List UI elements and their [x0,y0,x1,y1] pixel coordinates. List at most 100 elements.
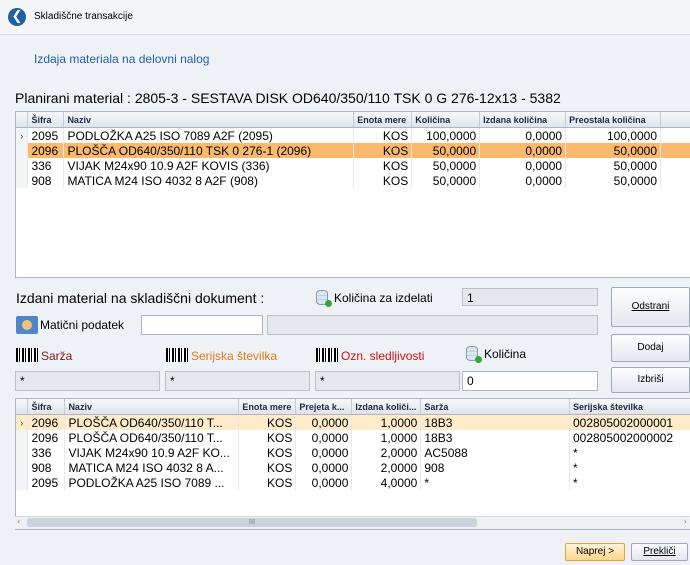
cell-qty: 50,0000 [411,143,481,158]
table-row-selected[interactable]: 2096 PLOŠČA OD640/350/110 TSK 0 276-1 (2… [16,143,690,158]
col-header-code[interactable]: Šifra [27,399,66,415]
cell-name: MATICA M24 ISO 4032 8 A2F (908) [63,173,355,188]
cell-unit: KOS [353,127,413,143]
cell-name: VIJAK M24x90 10.9 A2F KOVIS (336) [63,158,355,173]
cell-received: 0,0000 [295,460,353,475]
col-header-batch[interactable]: Sarža [420,399,570,415]
cell-name: PLOŠČA OD640/350/110 TSK 0 276-1 (2096) [63,143,355,158]
batch-field[interactable]: * [15,371,160,391]
remove-button[interactable]: Odstrani [611,287,690,327]
cell-issued: 0,0000 [479,143,567,158]
cell-unit: KOS [353,143,413,158]
col-header-issued[interactable]: Izdana količina [479,112,567,128]
cell-filler [660,127,690,143]
cell-code: 2096 [27,143,65,158]
cell-code: 2095 [27,475,66,490]
cell-remaining: 50,0000 [565,158,662,173]
row-indicator [16,445,29,460]
cell-unit: KOS [238,460,297,475]
cell-qty: 50,0000 [411,158,481,173]
cell-issued: 1,0000 [351,414,422,430]
master-data-input[interactable] [141,315,263,335]
quantity-input[interactable]: 0 [462,371,598,391]
cell-remaining: 100,0000 [565,127,662,143]
cell-serial: * [569,445,690,460]
cell-serial: * [569,460,690,475]
cell-filler [660,158,690,173]
row-indicator [16,475,29,490]
serial-label: Serijska številka [166,348,277,363]
add-button[interactable]: Dodaj [611,334,690,362]
table-row[interactable]: 908 MATICA M24 ISO 4032 8 A... KOS 0,000… [16,460,690,475]
serial-label-text: Serijska številka [191,349,278,363]
col-header-unit[interactable]: Enota mere [238,399,297,415]
table-row[interactable]: › 2095 PODLOŽKA A25 ISO 7089 A2F (2095) … [16,127,690,143]
row-indicator [16,173,29,188]
row-indicator: › [16,414,29,430]
next-button[interactable]: Naprej > [565,543,625,561]
back-arrow-icon[interactable]: ❮ [8,8,26,26]
serial-field[interactable]: * [165,371,310,391]
table-row[interactable]: 336 VIJAK M24x90 10.9 A2F KOVIS (336) KO… [16,158,690,173]
cell-batch: 18B3 [420,414,570,430]
scroll-thumb[interactable]: III [27,518,477,527]
cell-issued: 2,0000 [351,445,422,460]
issued-section-label: Izdani material na skladiščni dokument : [16,290,265,306]
issued-material-grid[interactable]: Šifra Naziv Enota mere Prejeta k... Izda… [15,398,690,530]
col-header-issued[interactable]: Izdana količi... [351,399,422,415]
scroll-left-arrow-icon[interactable]: ‹ [17,517,20,526]
cell-batch: 908 [420,460,570,475]
cell-qty: 50,0000 [411,173,481,188]
cell-issued: 0,0000 [479,127,567,143]
master-data-label: Matični podatek [40,318,125,332]
master-data-description [267,315,598,335]
col-header-unit[interactable]: Enota mere [353,112,413,128]
horizontal-scrollbar[interactable]: ‹ III › [15,516,690,529]
planned-grid-header: Šifra Naziv Enota mere Količina Izdana k… [16,112,690,128]
cell-batch: AC5088 [420,445,570,460]
table-row[interactable]: 2096 PLOŠČA OD640/350/110 T... KOS 0,000… [16,430,690,445]
planned-material-grid[interactable]: Šifra Naziv Enota mere Količina Izdana k… [15,111,690,278]
tracking-field[interactable]: * [315,371,460,391]
tracking-label: Ozn. sledljivosti [316,348,424,363]
col-header-name[interactable]: Naziv [64,399,240,415]
window-title: Skladiščne transakcije [34,11,133,22]
batch-label-text: Sarža [41,349,73,363]
cell-name: MATICA M24 ISO 4032 8 A... [64,460,240,475]
table-row[interactable]: 2095 PODLOŽKA A25 ISO 7089 ... KOS 0,000… [16,475,690,490]
col-header-code[interactable]: Šifra [27,112,65,128]
scroll-right-arrow-icon[interactable]: › [684,517,687,526]
row-indicator [16,430,29,445]
qty-for-product-field[interactable]: 1 [462,288,598,306]
barcode-icon [16,348,38,362]
cell-unit: KOS [353,158,413,173]
table-row[interactable]: 336 VIJAK M24x90 10.9 A2F KO... KOS 0,00… [16,445,690,460]
row-indicator-header [16,399,29,415]
cell-unit: KOS [238,414,297,430]
row-indicator [16,143,29,158]
quantity-label-text: Količina [484,347,527,361]
qty-for-product-label: Količina za izdelati [316,290,433,307]
col-header-name[interactable]: Naziv [63,112,355,128]
col-header-remaining[interactable]: Preostala količina [565,112,662,128]
cell-code: 908 [27,173,65,188]
cell-name: PLOŠČA OD640/350/110 T... [64,430,240,445]
page-subtitle: Izdaja materiala na delovni nalog [34,52,210,66]
add-label: Dodaj [637,342,664,353]
cell-issued: 1,0000 [351,430,422,445]
cell-code: 336 [27,158,65,173]
cell-serial: 002805002000002 [569,430,690,445]
batch-label: Sarža [16,348,72,363]
col-header-qty[interactable]: Količina [411,112,481,128]
cell-batch: 18B3 [420,430,570,445]
cancel-button[interactable]: Prekliči [631,543,688,561]
cell-qty: 100,0000 [411,127,481,143]
cell-unit: KOS [238,430,297,445]
row-indicator [16,460,29,475]
col-header-serial[interactable]: Serijska številka [569,399,690,415]
col-header-received[interactable]: Prejeta k... [295,399,353,415]
delete-button[interactable]: Izbriši [611,367,690,393]
qty-for-product-text: Količina za izdelati [334,291,433,305]
table-row[interactable]: 908 MATICA M24 ISO 4032 8 A2F (908) KOS … [16,173,690,188]
table-row-selected[interactable]: › 2096 PLOŠČA OD640/350/110 T... KOS 0,0… [16,414,690,430]
